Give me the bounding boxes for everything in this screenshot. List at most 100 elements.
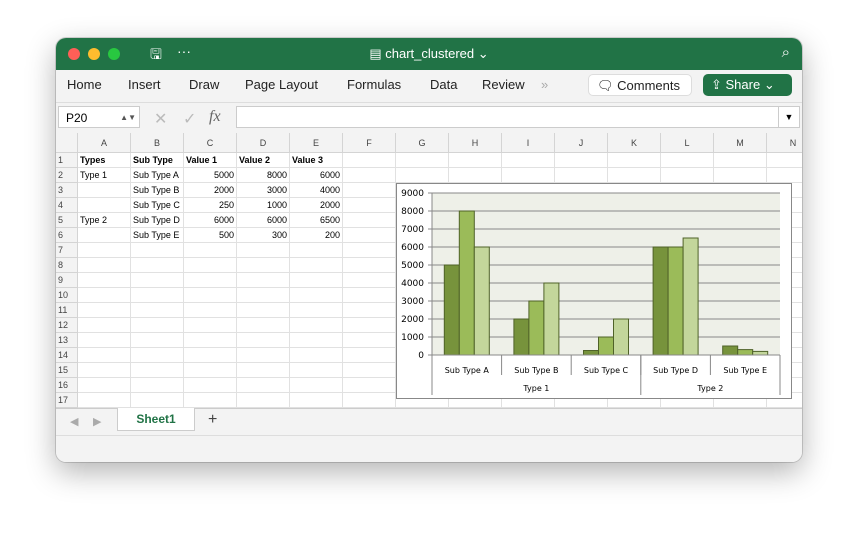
document-title[interactable]: ▤ chart_clustered ⌄ (56, 46, 802, 62)
row-header[interactable]: 5 (56, 213, 78, 228)
search-icon[interactable]: ⌕ (782, 44, 790, 61)
cell[interactable] (237, 243, 290, 258)
cell[interactable] (184, 318, 237, 333)
row-header[interactable]: 7 (56, 243, 78, 258)
clustered-column-chart[interactable]: 0 1000 2000 3000 4000 5000 6000 7000 8000 9000 Sub… (396, 183, 792, 399)
tab-formulas[interactable]: Formulas (347, 77, 401, 92)
cell[interactable] (343, 393, 396, 408)
cell[interactable]: Types (78, 153, 131, 168)
cell[interactable] (555, 168, 608, 183)
cell[interactable]: 5000 (184, 168, 237, 183)
tab-page-layout[interactable]: Page Layout (245, 77, 318, 92)
cell[interactable] (290, 273, 343, 288)
cell[interactable] (661, 168, 714, 183)
cell[interactable] (131, 258, 184, 273)
cell[interactable] (237, 378, 290, 393)
cell[interactable] (184, 243, 237, 258)
cell[interactable] (237, 393, 290, 408)
tab-draw[interactable]: Draw (189, 77, 219, 92)
cell[interactable] (343, 183, 396, 198)
tab-home[interactable]: Home (67, 77, 102, 92)
cell[interactable] (78, 363, 131, 378)
cell[interactable] (78, 318, 131, 333)
cell[interactable] (78, 393, 131, 408)
cell[interactable]: 2000 (290, 198, 343, 213)
cell[interactable] (184, 363, 237, 378)
cell[interactable] (343, 258, 396, 273)
cell[interactable] (396, 168, 449, 183)
cell[interactable]: Sub Type B (131, 183, 184, 198)
cell[interactable] (290, 363, 343, 378)
row-header[interactable]: 12 (56, 318, 78, 333)
cell[interactable] (237, 333, 290, 348)
cell[interactable] (237, 273, 290, 288)
row-header[interactable]: 2 (56, 168, 78, 183)
cell[interactable] (502, 153, 555, 168)
column-header[interactable]: L (661, 133, 714, 153)
row-header[interactable]: 8 (56, 258, 78, 273)
add-sheet-button[interactable]: + (208, 411, 217, 429)
cell[interactable] (131, 348, 184, 363)
cell[interactable] (343, 378, 396, 393)
cell[interactable] (343, 153, 396, 168)
function-icon[interactable]: fx (209, 108, 221, 126)
cell[interactable] (131, 378, 184, 393)
cell[interactable] (78, 333, 131, 348)
cell[interactable]: Value 2 (237, 153, 290, 168)
column-header[interactable]: F (343, 133, 396, 153)
cell[interactable] (184, 288, 237, 303)
cell[interactable]: 2000 (184, 183, 237, 198)
enter-icon[interactable]: ✓ (183, 109, 196, 129)
row-header[interactable]: 13 (56, 333, 78, 348)
cell[interactable]: Type 1 (78, 168, 131, 183)
cell[interactable] (78, 243, 131, 258)
cell[interactable] (131, 333, 184, 348)
cell[interactable]: 6500 (290, 213, 343, 228)
cell[interactable] (343, 348, 396, 363)
row-header[interactable]: 3 (56, 183, 78, 198)
column-header[interactable]: N (767, 133, 802, 153)
cell[interactable] (131, 318, 184, 333)
cell[interactable]: 300 (237, 228, 290, 243)
cell[interactable]: 6000 (290, 168, 343, 183)
cell[interactable] (290, 288, 343, 303)
cell[interactable]: Sub Type A (131, 168, 184, 183)
cell[interactable] (78, 198, 131, 213)
cell[interactable] (343, 228, 396, 243)
select-all-corner[interactable] (56, 133, 78, 153)
cell[interactable] (343, 273, 396, 288)
cell[interactable]: Sub Type (131, 153, 184, 168)
cell[interactable] (555, 153, 608, 168)
row-header[interactable]: 11 (56, 303, 78, 318)
cell[interactable] (714, 168, 767, 183)
tab-review[interactable]: Review (482, 77, 525, 92)
cell[interactable] (343, 168, 396, 183)
row-header[interactable]: 1 (56, 153, 78, 168)
cell[interactable] (184, 258, 237, 273)
cell[interactable] (237, 303, 290, 318)
cell[interactable] (78, 228, 131, 243)
cell[interactable] (290, 318, 343, 333)
column-header[interactable]: C (184, 133, 237, 153)
cell[interactable] (343, 243, 396, 258)
row-header[interactable]: 17 (56, 393, 78, 408)
cell[interactable] (608, 153, 661, 168)
cell[interactable] (290, 348, 343, 363)
cell[interactable]: Sub Type E (131, 228, 184, 243)
cell[interactable] (290, 378, 343, 393)
tab-insert[interactable]: Insert (128, 77, 161, 92)
column-header[interactable]: A (78, 133, 131, 153)
formula-input[interactable]: ▼ (236, 106, 800, 128)
cell[interactable] (290, 393, 343, 408)
cell[interactable] (502, 168, 555, 183)
cell[interactable] (290, 258, 343, 273)
column-header[interactable]: M (714, 133, 767, 153)
cell[interactable]: 8000 (237, 168, 290, 183)
cell[interactable] (78, 378, 131, 393)
cell[interactable] (131, 273, 184, 288)
row-header[interactable]: 9 (56, 273, 78, 288)
name-box-stepper[interactable]: ▲▼ (120, 107, 136, 129)
column-header[interactable]: D (237, 133, 290, 153)
cell[interactable] (343, 333, 396, 348)
row-header[interactable]: 4 (56, 198, 78, 213)
